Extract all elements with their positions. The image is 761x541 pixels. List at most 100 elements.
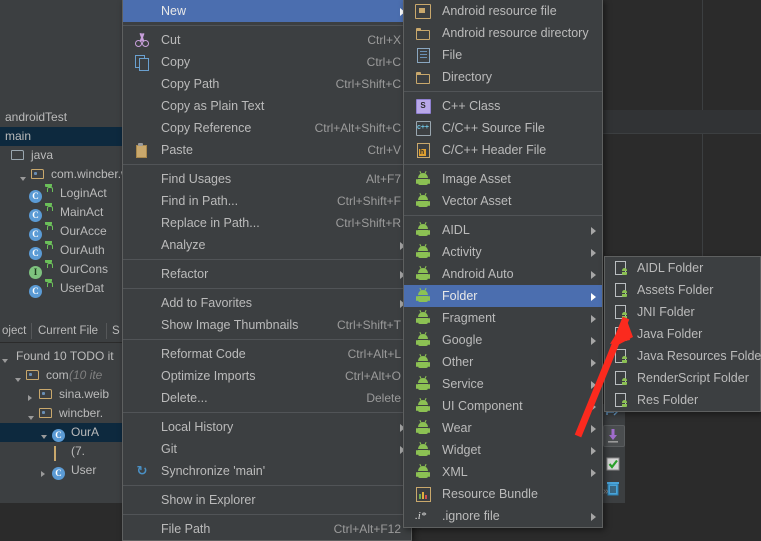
menu-item-image-asset[interactable]: Image Asset [404, 168, 602, 190]
menu-item-show-image-thumbnails[interactable]: Show Image Thumbnails Ctrl+Shift+T [123, 314, 411, 336]
todo-item-sina.weib[interactable]: sina.weib [0, 385, 122, 404]
project-tree-item-ouracce[interactable]: C OurAcce [0, 222, 122, 241]
menu-item-directory[interactable]: Directory [404, 66, 602, 88]
todo-tab-s[interactable]: S [112, 320, 120, 342]
menu-item-activity[interactable]: Activity [404, 241, 602, 263]
todo-tab-current-file[interactable]: Current File [38, 320, 98, 342]
menu-item-cut[interactable]: Cut Ctrl+X [123, 29, 411, 51]
menu-item-reformat-code[interactable]: Reformat Code Ctrl+Alt+L [123, 343, 411, 365]
expand-right-icon[interactable] [41, 464, 45, 480]
todo-item-wincber.[interactable]: wincber. [0, 404, 122, 423]
menu-item-label: Android resource directory [442, 26, 589, 40]
todo-item-user[interactable]: C User [0, 461, 122, 480]
project-tree-item-userdat[interactable]: C UserDat [0, 279, 122, 298]
menu-item-widget[interactable]: Widget [404, 439, 602, 461]
menu-item-java-resources-folder[interactable]: Java Resources Folder [605, 345, 761, 367]
project-tree-item-mainact[interactable]: C MainAct [0, 203, 122, 222]
menu-item-c-class[interactable]: S C++ Class [404, 95, 602, 117]
menu-item-git[interactable]: Git [123, 438, 411, 460]
todo-tab-oject[interactable]: oject [2, 320, 26, 342]
menu-item-refactor[interactable]: Refactor [123, 263, 411, 285]
menu-item-copy-as-plain-text[interactable]: Copy as Plain Text [123, 95, 411, 117]
menu-item-ignore-file[interactable]: .i* .ignore file [404, 505, 602, 527]
menu-item-fragment[interactable]: Fragment [404, 307, 602, 329]
menu-item-android-auto[interactable]: Android Auto [404, 263, 602, 285]
android-icon [416, 221, 430, 237]
folder-icon [416, 71, 430, 84]
todo-item-oura[interactable]: C OurA [0, 423, 122, 442]
menu-item-c-c-header-file[interactable]: C/C++ Header File [404, 139, 602, 161]
menu-item-google[interactable]: Google [404, 329, 602, 351]
todo-item-found-10-todo-it[interactable]: Found 10 TODO it [0, 347, 122, 366]
expand-right-icon[interactable] [28, 388, 32, 404]
project-tree-item-main[interactable]: main [0, 127, 122, 146]
menu-item-local-history[interactable]: Local History [123, 416, 411, 438]
todo-tabbar[interactable]: oject Current File S [0, 320, 122, 343]
menu-item-copy-reference[interactable]: Copy Reference Ctrl+Alt+Shift+C [123, 117, 411, 139]
menu-item-xml[interactable]: XML [404, 461, 602, 483]
menu-item-folder[interactable]: Folder [404, 285, 602, 307]
project-tree-item-ourauth[interactable]: C OurAuth [0, 241, 122, 260]
new-submenu[interactable]: Android resource file Android resource di… [403, 0, 603, 528]
menu-item-c-c-source-file[interactable]: c++ C/C++ Source File [404, 117, 602, 139]
project-tree-item-loginact[interactable]: C LoginAct [0, 184, 122, 203]
menu-item-service[interactable]: Service [404, 373, 602, 395]
project-tree-item-ourcons[interactable]: I OurCons [0, 260, 122, 279]
class-icon: C [29, 225, 42, 241]
editor-context-menu[interactable]: New Cut Ctrl+X Copy Ctrl+C Copy Path Ctrl+Shif… [122, 0, 412, 541]
menu-item-android-resource-directory[interactable]: Android resource directory [404, 22, 602, 44]
todo-item-com[interactable]: com (10 ite [0, 366, 122, 385]
menu-item-android-resource-file[interactable]: Android resource file [404, 0, 602, 22]
menu-item-delete[interactable]: Delete... Delete [123, 387, 411, 409]
menu-item-renderscript-folder[interactable]: RenderScript Folder [605, 367, 760, 389]
menu-item-show-in-explorer[interactable]: Show in Explorer [123, 489, 411, 511]
menu-item-synchronize-main[interactable]: ↻ Synchronize 'main' [123, 460, 411, 482]
todo-item-label: wincber. [59, 406, 104, 420]
menu-item-icon-slot [412, 285, 434, 307]
menu-item-find-usages[interactable]: Find Usages Alt+F7 [123, 168, 411, 190]
folder-submenu[interactable]: AIDL Folder Assets Folder JNI Folder Java F… [604, 256, 761, 412]
menu-item-replace-in-path[interactable]: Replace in Path... Ctrl+Shift+R [123, 212, 411, 234]
menu-item-java-folder[interactable]: Java Folder [605, 323, 760, 345]
menu-item-file-path[interactable]: File Path Ctrl+Alt+F12 [123, 518, 411, 540]
ignore-file-icon: .i* [415, 509, 427, 522]
expand-down-icon[interactable] [41, 426, 47, 442]
menu-item-new[interactable]: New [123, 0, 411, 22]
menu-item-icon-slot [131, 438, 153, 460]
update-project-icon[interactable] [603, 425, 625, 447]
menu-item-assets-folder[interactable]: Assets Folder [605, 279, 760, 301]
menu-item-resource-bundle[interactable]: Resource Bundle [404, 483, 602, 505]
project-tree-item-java[interactable]: java [0, 146, 122, 165]
menu-item-file[interactable]: File [404, 44, 602, 66]
menu-item-label: Synchronize 'main' [161, 464, 266, 478]
expand-down-icon[interactable] [2, 350, 8, 366]
menu-item-wear[interactable]: Wear [404, 417, 602, 439]
menu-item-find-in-path[interactable]: Find in Path... Ctrl+Shift+F [123, 190, 411, 212]
menu-item-aidl-folder[interactable]: AIDL Folder [605, 257, 760, 279]
tab-divider [31, 323, 32, 339]
submenu-arrow-icon [591, 403, 596, 411]
menu-item-optimize-imports[interactable]: Optimize Imports Ctrl+Alt+O [123, 365, 411, 387]
menu-item-add-to-favorites[interactable]: Add to Favorites [123, 292, 411, 314]
menu-item-copy[interactable]: Copy Ctrl+C [123, 51, 411, 73]
menu-item-copy-path[interactable]: Copy Path Ctrl+Shift+C [123, 73, 411, 95]
menu-item-analyze[interactable]: Analyze [123, 234, 411, 256]
expand-down-icon[interactable] [20, 168, 26, 184]
checkmark-icon[interactable] [603, 454, 623, 474]
menu-item-jni-folder[interactable]: JNI Folder [605, 301, 760, 323]
menu-item-res-folder[interactable]: Res Folder [605, 389, 760, 411]
project-tree-item-com-wincber-w[interactable]: com.wincber.w [0, 165, 122, 184]
menu-item-ui-component[interactable]: UI Component [404, 395, 602, 417]
expand-down-icon[interactable] [28, 407, 34, 423]
file-icon [416, 47, 430, 63]
menu-item-paste[interactable]: Paste Ctrl+V [123, 139, 411, 161]
menu-item-other[interactable]: Other [404, 351, 602, 373]
menu-item-vector-asset[interactable]: Vector Asset [404, 190, 602, 212]
menu-item-aidl[interactable]: AIDL [404, 219, 602, 241]
menu-separator [123, 514, 411, 515]
interface-icon: I [29, 263, 42, 279]
toolstrip-overflow-label[interactable]: » [603, 486, 608, 497]
project-tree-item-androidtest[interactable]: androidTest [0, 108, 122, 127]
expand-down-icon[interactable] [15, 369, 21, 385]
todo-item--7.[interactable]: (7. [0, 442, 122, 461]
